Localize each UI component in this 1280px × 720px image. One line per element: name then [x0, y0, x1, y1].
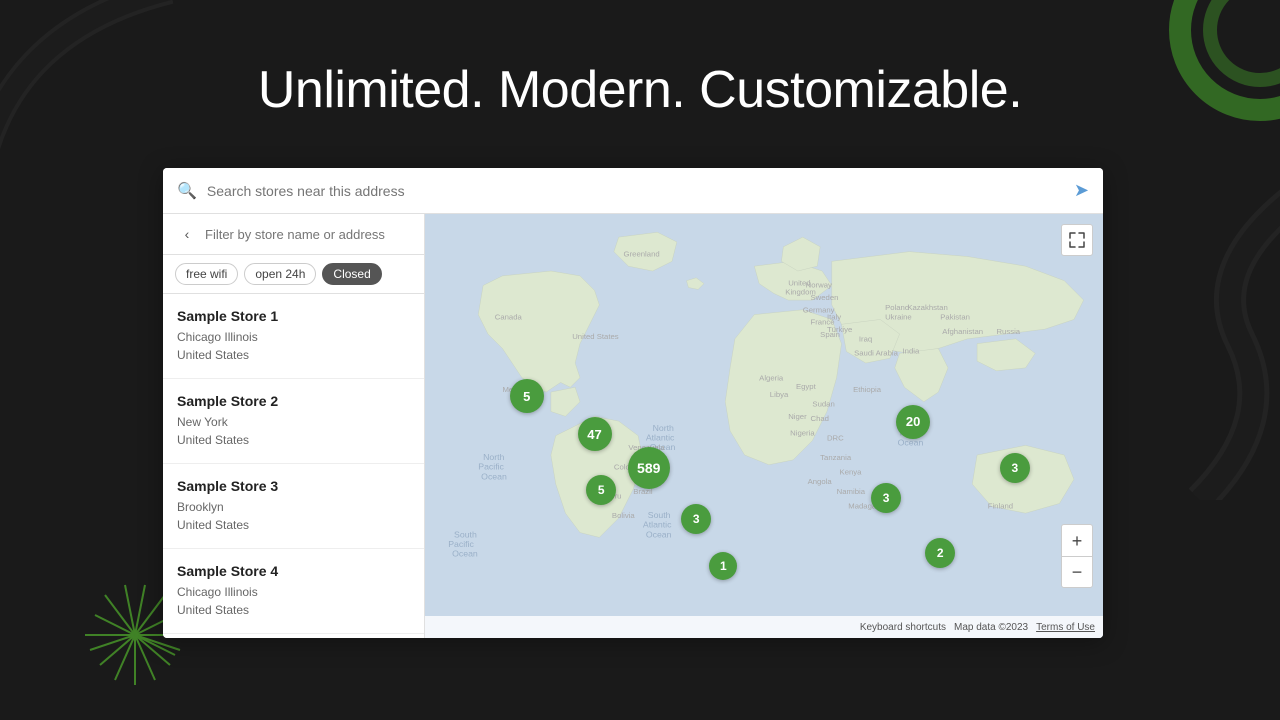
svg-text:Ethiopia: Ethiopia — [853, 385, 882, 394]
store-item[interactable]: Sample Store 5 — [163, 634, 424, 638]
cluster-marker[interactable]: 3 — [681, 504, 711, 534]
svg-text:Angola: Angola — [808, 477, 833, 486]
tag-free-wifi[interactable]: free wifi — [175, 263, 238, 285]
svg-text:Atlantic: Atlantic — [643, 520, 672, 530]
svg-text:Saudi Arabia: Saudi Arabia — [854, 348, 899, 357]
cluster-marker[interactable]: 1 — [709, 552, 737, 580]
tag-closed[interactable]: Closed — [322, 263, 381, 285]
map-area[interactable]: North Pacific Ocean North Atlantic Ocean… — [425, 214, 1103, 638]
svg-text:Ocean: Ocean — [646, 529, 672, 539]
svg-text:Norway: Norway — [806, 280, 832, 289]
svg-text:South: South — [648, 510, 671, 520]
svg-text:Sudan: Sudan — [812, 400, 834, 409]
svg-text:Russia: Russia — [996, 327, 1020, 336]
store-address: BrooklynUnited States — [177, 498, 410, 534]
svg-text:Pacific: Pacific — [478, 462, 504, 472]
cluster-marker[interactable]: 20 — [896, 405, 930, 439]
svg-text:United States: United States — [572, 332, 619, 341]
svg-text:Ocean: Ocean — [481, 471, 507, 481]
svg-text:Greenland: Greenland — [624, 250, 660, 259]
zoom-in-button[interactable]: + — [1061, 524, 1093, 556]
svg-text:Egypt: Egypt — [796, 382, 817, 391]
terms-of-use-link[interactable]: Terms of Use — [1036, 622, 1095, 633]
store-name: Sample Store 2 — [177, 393, 410, 409]
svg-text:Poland: Poland — [885, 303, 909, 312]
svg-text:India: India — [903, 346, 920, 355]
tag-open-24h[interactable]: open 24h — [244, 263, 316, 285]
svg-text:South: South — [454, 529, 477, 539]
store-item[interactable]: Sample Store 3 BrooklynUnited States — [163, 464, 424, 549]
store-name: Sample Store 1 — [177, 308, 410, 324]
svg-text:Atlantic: Atlantic — [646, 433, 675, 443]
svg-text:Ocean: Ocean — [898, 437, 924, 447]
svg-text:Nigeria: Nigeria — [790, 429, 815, 438]
cluster-marker[interactable]: 5 — [510, 379, 544, 413]
svg-text:Finland: Finland — [988, 501, 1013, 510]
map-footer: Keyboard shortcuts Map data ©2023 Terms … — [425, 616, 1103, 638]
svg-text:Algeria: Algeria — [759, 373, 784, 382]
svg-text:Ukraine: Ukraine — [885, 312, 912, 321]
svg-text:Pakistan: Pakistan — [940, 312, 970, 321]
svg-text:Libya: Libya — [770, 390, 789, 399]
store-item[interactable]: Sample Store 1 Chicago IllinoisUnited St… — [163, 294, 424, 379]
store-item[interactable]: Sample Store 4 Chicago IllinoisUnited St… — [163, 549, 424, 634]
svg-text:Kenya: Kenya — [840, 467, 863, 476]
page-headline: Unlimited. Modern. Customizable. — [0, 60, 1280, 120]
expand-icon — [1069, 232, 1085, 248]
store-address: Chicago IllinoisUnited States — [177, 583, 410, 619]
search-input[interactable] — [207, 183, 1074, 199]
cluster-marker[interactable]: 589 — [628, 447, 670, 489]
svg-text:Kazakhstan: Kazakhstan — [907, 303, 947, 312]
cluster-marker[interactable]: 47 — [578, 417, 612, 451]
search-bar: 🔍 ➤ — [163, 168, 1103, 214]
svg-text:Niger: Niger — [788, 412, 807, 421]
filter-input[interactable] — [205, 227, 412, 242]
svg-text:Tanzania: Tanzania — [820, 453, 852, 462]
back-button[interactable]: ‹ — [175, 222, 199, 246]
svg-text:Pacific: Pacific — [448, 539, 474, 549]
svg-text:DRC: DRC — [827, 434, 844, 443]
svg-text:Canada: Canada — [495, 312, 523, 321]
map-expand-button[interactable] — [1061, 224, 1093, 256]
navigate-icon[interactable]: ➤ — [1074, 180, 1089, 201]
store-name: Sample Store 4 — [177, 563, 410, 579]
svg-text:North: North — [653, 423, 674, 433]
sidebar: ‹ free wifi open 24h Closed Sample Store… — [163, 214, 425, 638]
cluster-marker[interactable]: 3 — [1000, 453, 1030, 483]
store-list: Sample Store 1 Chicago IllinoisUnited St… — [163, 294, 424, 638]
search-icon: 🔍 — [177, 181, 197, 201]
map-background: North Pacific Ocean North Atlantic Ocean… — [425, 214, 1103, 638]
svg-text:North: North — [483, 452, 504, 462]
svg-text:Türkiye: Türkiye — [827, 325, 852, 334]
right-curve-deco — [1140, 180, 1280, 500]
keyboard-shortcuts-label[interactable]: Keyboard shortcuts — [860, 622, 946, 633]
svg-text:Italy: Italy — [827, 312, 841, 321]
cluster-marker[interactable]: 2 — [925, 538, 955, 568]
svg-text:Ocean: Ocean — [452, 549, 478, 559]
svg-text:Chad: Chad — [810, 414, 829, 423]
svg-text:Sweden: Sweden — [810, 293, 838, 302]
store-item[interactable]: Sample Store 2 New YorkUnited States — [163, 379, 424, 464]
zoom-controls: + − — [1061, 524, 1093, 588]
store-address: Chicago IllinoisUnited States — [177, 328, 410, 364]
store-locator-widget: 🔍 ➤ ‹ free wifi open 24h Closed Sample S… — [163, 168, 1103, 638]
svg-text:Bolivia: Bolivia — [612, 511, 635, 520]
svg-text:Afghanistan: Afghanistan — [942, 327, 983, 336]
cluster-marker[interactable]: 5 — [586, 475, 616, 505]
map-data-label: Map data ©2023 — [954, 622, 1028, 633]
filter-row: ‹ — [163, 214, 424, 255]
main-content: ‹ free wifi open 24h Closed Sample Store… — [163, 214, 1103, 638]
svg-text:Namibia: Namibia — [837, 487, 866, 496]
store-address: New YorkUnited States — [177, 413, 410, 449]
filter-tags: free wifi open 24h Closed — [163, 255, 424, 294]
zoom-out-button[interactable]: − — [1061, 556, 1093, 588]
svg-text:Iraq: Iraq — [859, 335, 872, 344]
cluster-marker[interactable]: 3 — [871, 483, 901, 513]
store-name: Sample Store 3 — [177, 478, 410, 494]
